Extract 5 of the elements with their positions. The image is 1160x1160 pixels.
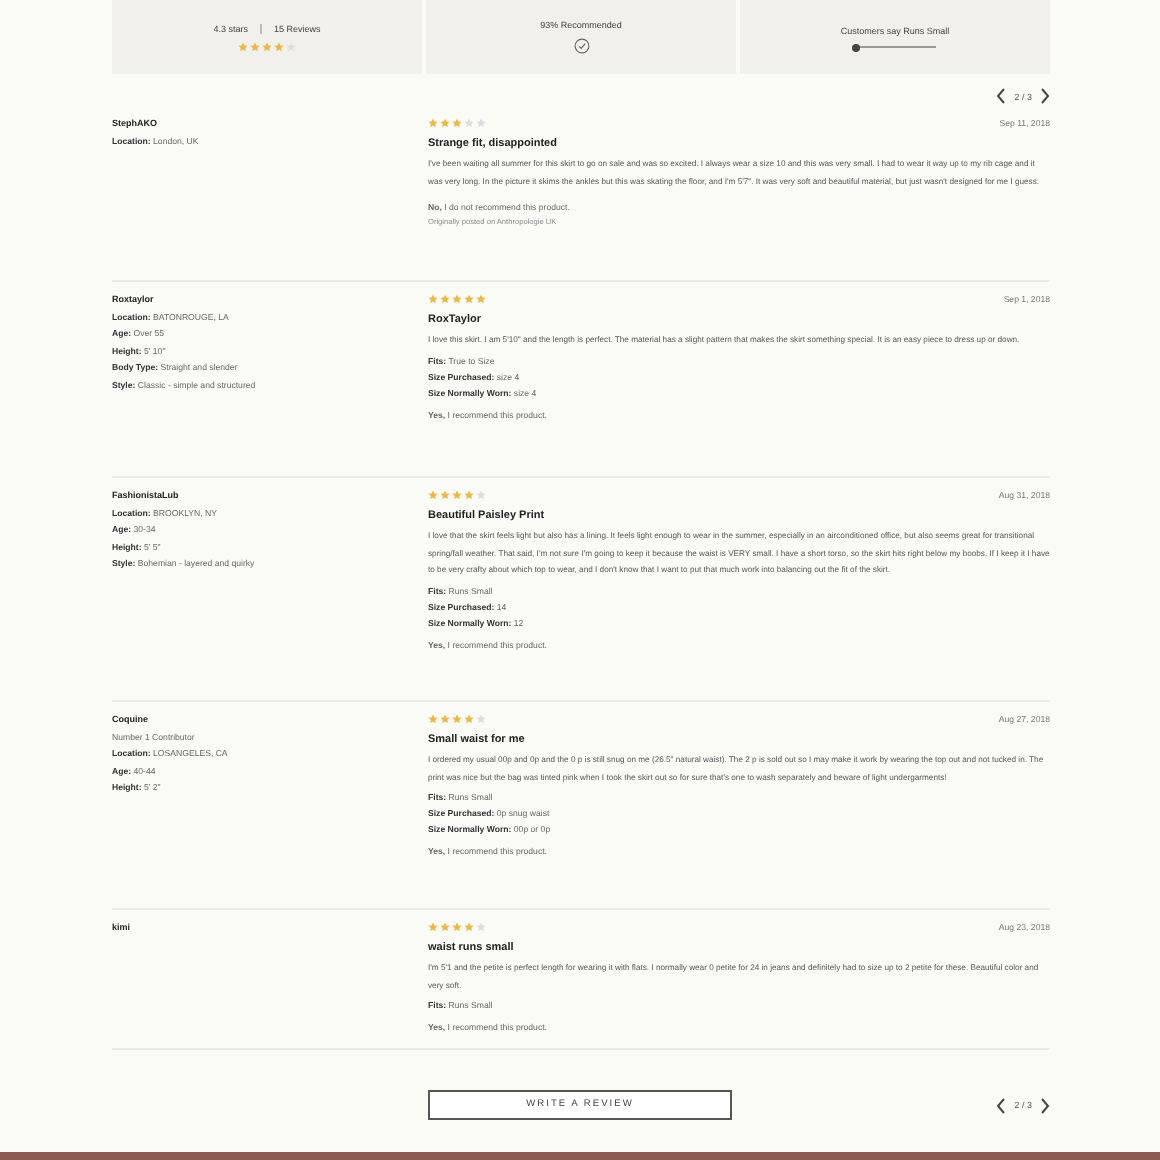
previous-icon[interactable] — [996, 1097, 1007, 1113]
previous-icon[interactable] — [996, 88, 1007, 104]
next-icon[interactable] — [1040, 88, 1050, 104]
check-circle-icon — [573, 38, 589, 54]
next-icon[interactable] — [1040, 1097, 1050, 1113]
